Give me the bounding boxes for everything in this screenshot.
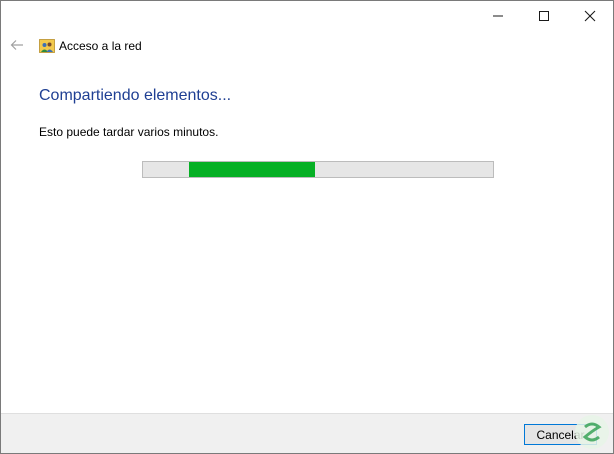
back-arrow-icon — [10, 40, 23, 50]
status-text: Esto puede tardar varios minutos. — [39, 125, 219, 139]
progress-fill — [188, 162, 315, 177]
close-icon — [584, 10, 596, 22]
dialog-footer: Cancelar — [1, 413, 613, 453]
minimize-button[interactable] — [475, 1, 521, 31]
page-heading: Compartiendo elementos... — [39, 87, 232, 104]
dialog-window: Acceso a la red Compartiendo elementos..… — [0, 0, 614, 454]
maximize-icon — [539, 11, 549, 21]
close-button[interactable] — [567, 1, 613, 31]
progress-bar — [142, 161, 494, 178]
network-users-icon — [39, 39, 55, 53]
window-title: Acceso a la red — [59, 39, 142, 53]
minimize-icon — [493, 15, 503, 17]
back-button[interactable] — [7, 35, 27, 55]
logo-watermark-icon — [575, 415, 609, 449]
maximize-button[interactable] — [521, 1, 567, 31]
